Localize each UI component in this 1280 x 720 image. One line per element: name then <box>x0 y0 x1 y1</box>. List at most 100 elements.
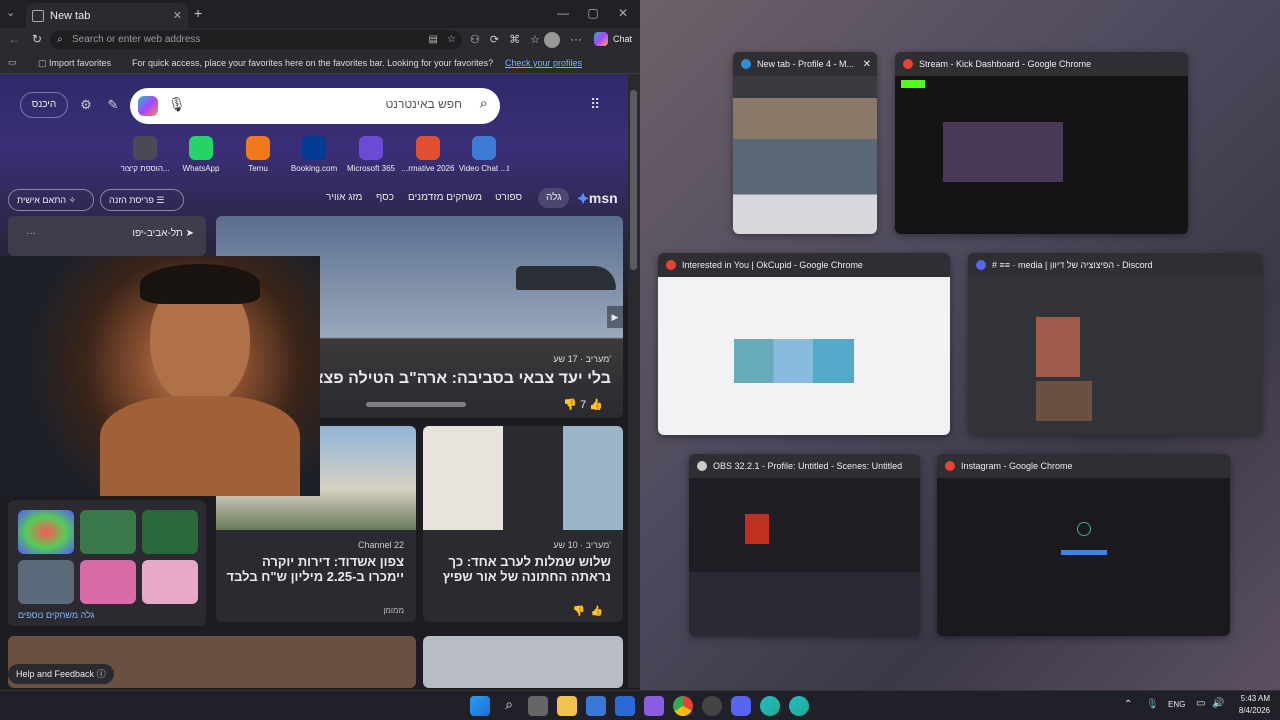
nav-discover[interactable]: גלה <box>538 188 570 208</box>
game-tile[interactable] <box>18 560 74 604</box>
like-icon[interactable]: 👍 <box>589 399 603 411</box>
news-card-wedding[interactable]: מעריב · 10 שע' שלוש שמלות לערב אחד: כך נ… <box>423 426 623 622</box>
stream-preview <box>943 122 1063 182</box>
check-profiles-link[interactable]: Check your profiles <box>505 58 582 68</box>
dislike-icon[interactable]: 👎 <box>563 399 577 411</box>
help-feedback-button[interactable]: Help and Feedback ⓘ <box>8 664 114 684</box>
game-tile[interactable] <box>80 560 136 604</box>
chat-label[interactable]: Chat <box>613 34 632 44</box>
language-indicator[interactable]: ENG <box>1168 700 1185 709</box>
quick-link[interactable]: ...rmative 2026 <box>400 136 456 173</box>
window-thumb-obs[interactable]: OBS 32.2.1 - Profile: Untitled - Scenes:… <box>689 454 920 636</box>
discord-icon[interactable] <box>731 696 751 716</box>
window-preview <box>895 76 1188 234</box>
profile-avatar[interactable] <box>544 32 560 48</box>
weather-card[interactable]: ··· תל-אביב-יפו ➤ <box>8 216 206 256</box>
quick-link[interactable]: Microsoft 365 <box>343 136 399 173</box>
maximize-button[interactable]: ▢ <box>584 4 602 22</box>
quick-link[interactable]: הוספת קיצור... <box>117 136 173 173</box>
search-icon[interactable]: ⌕ <box>499 696 519 716</box>
edge-icon[interactable] <box>789 696 809 716</box>
dislike-icon[interactable]: 👎 <box>573 606 585 617</box>
app-icon[interactable] <box>702 696 722 716</box>
window-title: New tab - Profile 4 - M... <box>757 59 855 69</box>
edge-icon[interactable] <box>760 696 780 716</box>
scrollbar-thumb[interactable] <box>630 90 637 270</box>
copilot-icon[interactable] <box>594 32 608 46</box>
butterfly-icon: ⯌ <box>578 190 589 206</box>
carousel-dots[interactable] <box>366 402 466 407</box>
window-thumb-new-tab[interactable]: New tab - Profile 4 - M... ✕ <box>733 52 877 234</box>
chrome-icon[interactable] <box>673 696 693 716</box>
tab-new[interactable]: New tab ✕ <box>26 3 188 28</box>
chrome-icon <box>945 461 955 471</box>
hero-headline[interactable]: בלי יעד צבאי בסביבה: ארה"ב הטילה פצצות <box>297 370 611 388</box>
sidebar-icon[interactable]: ▭ <box>8 57 17 68</box>
more-icon[interactable]: ··· <box>26 228 36 239</box>
file-explorer-icon[interactable] <box>557 696 577 716</box>
game-tile[interactable] <box>80 510 136 554</box>
next-arrow-icon[interactable]: ▶ <box>607 306 623 328</box>
personalize-button[interactable]: התאם אישית ✧ <box>8 189 94 211</box>
close-icon[interactable]: ✕ <box>863 59 871 70</box>
game-tile[interactable] <box>142 510 198 554</box>
nav-weather[interactable]: מזג אוויר <box>326 192 362 203</box>
mic-icon[interactable]: 🎙 <box>168 96 186 113</box>
more-icon[interactable]: ··· <box>570 32 582 46</box>
window-title: Interested in You | OkCupid - Google Chr… <box>682 260 863 270</box>
minimize-button[interactable]: — <box>554 4 572 22</box>
new-tab-button[interactable]: + <box>194 5 202 21</box>
window-thumb-discord[interactable]: # ≡≡ · media | הפיצוציה של דיוון - Disco… <box>968 253 1262 435</box>
start-icon[interactable] <box>470 696 490 716</box>
folder-icon: ▢ <box>38 58 47 68</box>
taskbar: ⌕ ⌃ 🎙 ENG ▭ 🔊 5:43 AM 8/4/2026 <box>0 690 1280 720</box>
wifi-icon[interactable]: ▭ <box>1196 698 1205 709</box>
like-icon[interactable]: 👍 <box>591 606 603 617</box>
signin-button[interactable]: היכנס <box>20 92 68 118</box>
back-icon[interactable]: ← <box>8 32 20 46</box>
volume-icon[interactable]: 🔊 <box>1212 698 1224 709</box>
feed-layout-button[interactable]: פריסת הזנה ☰ <box>100 189 184 211</box>
copilot-icon[interactable] <box>138 96 158 116</box>
quick-link[interactable]: WhatsApp <box>173 136 229 173</box>
apps-grid-icon[interactable]: ⠿ <box>590 96 600 113</box>
weather-location-text: תל-אביב-יפו <box>132 228 183 239</box>
window-thumb-okcupid[interactable]: Interested in You | OkCupid - Google Chr… <box>658 253 950 435</box>
store-icon[interactable] <box>586 696 606 716</box>
clock-time: 5:43 AM <box>1240 694 1270 703</box>
web-search-box[interactable]: 🎙 חפש באינטרנט ⌕ <box>130 88 500 124</box>
search-icon[interactable]: ⌕ <box>480 95 488 112</box>
news-card-shavers[interactable] <box>423 636 623 688</box>
taskview-icon[interactable] <box>528 696 548 716</box>
reader-icon[interactable]: ▤ <box>429 30 438 50</box>
address-bar[interactable]: ⌕ Search or enter web address ▤ ☆ <box>50 30 462 50</box>
nav-money[interactable]: כסף <box>376 192 394 203</box>
window-thumb-kick[interactable]: Stream - Kick Dashboard - Google Chrome <box>895 52 1188 234</box>
game-tile[interactable] <box>142 560 198 604</box>
app-icon[interactable] <box>644 696 664 716</box>
webcam-overlay <box>0 256 320 496</box>
clock[interactable]: 5:43 AM 8/4/2026 <box>1239 693 1270 717</box>
import-favorites[interactable]: ▢ Import favorites <box>38 58 111 69</box>
quick-link[interactable]: Temu <box>230 136 286 173</box>
quick-link[interactable]: Video Chat ...t <box>456 136 512 173</box>
chevron-up-icon[interactable]: ⌃ <box>1124 699 1132 710</box>
instagram-logo <box>1077 522 1091 536</box>
photos-icon[interactable] <box>615 696 635 716</box>
edit-icon[interactable]: ✎ <box>102 94 124 116</box>
more-games-link[interactable]: גלה משחקים נוספים <box>18 610 94 620</box>
nav-games[interactable]: משחקים מזדמנים <box>408 192 482 203</box>
nav-sports[interactable]: ספורט <box>495 192 522 203</box>
window-close-button[interactable]: ✕ <box>614 4 632 22</box>
quick-link[interactable]: Booking.com <box>286 136 342 173</box>
close-icon[interactable]: ✕ <box>173 9 182 22</box>
refresh-icon[interactable]: ↻ <box>32 32 42 46</box>
star-icon[interactable]: ☆ <box>447 30 456 50</box>
settings-icon[interactable]: ⚙ <box>75 94 97 116</box>
toolbar-icons[interactable]: ⚇⟳⌘☆ <box>470 33 550 46</box>
tab-actions-icon[interactable]: ⌄ <box>6 6 15 19</box>
game-tile[interactable] <box>18 510 74 554</box>
favorites-bar: ▭ ▢ Import favorites For quick access, p… <box>0 52 640 74</box>
mic-icon[interactable]: 🎙 <box>1146 699 1159 710</box>
window-thumb-instagram[interactable]: Instagram - Google Chrome <box>937 454 1230 636</box>
